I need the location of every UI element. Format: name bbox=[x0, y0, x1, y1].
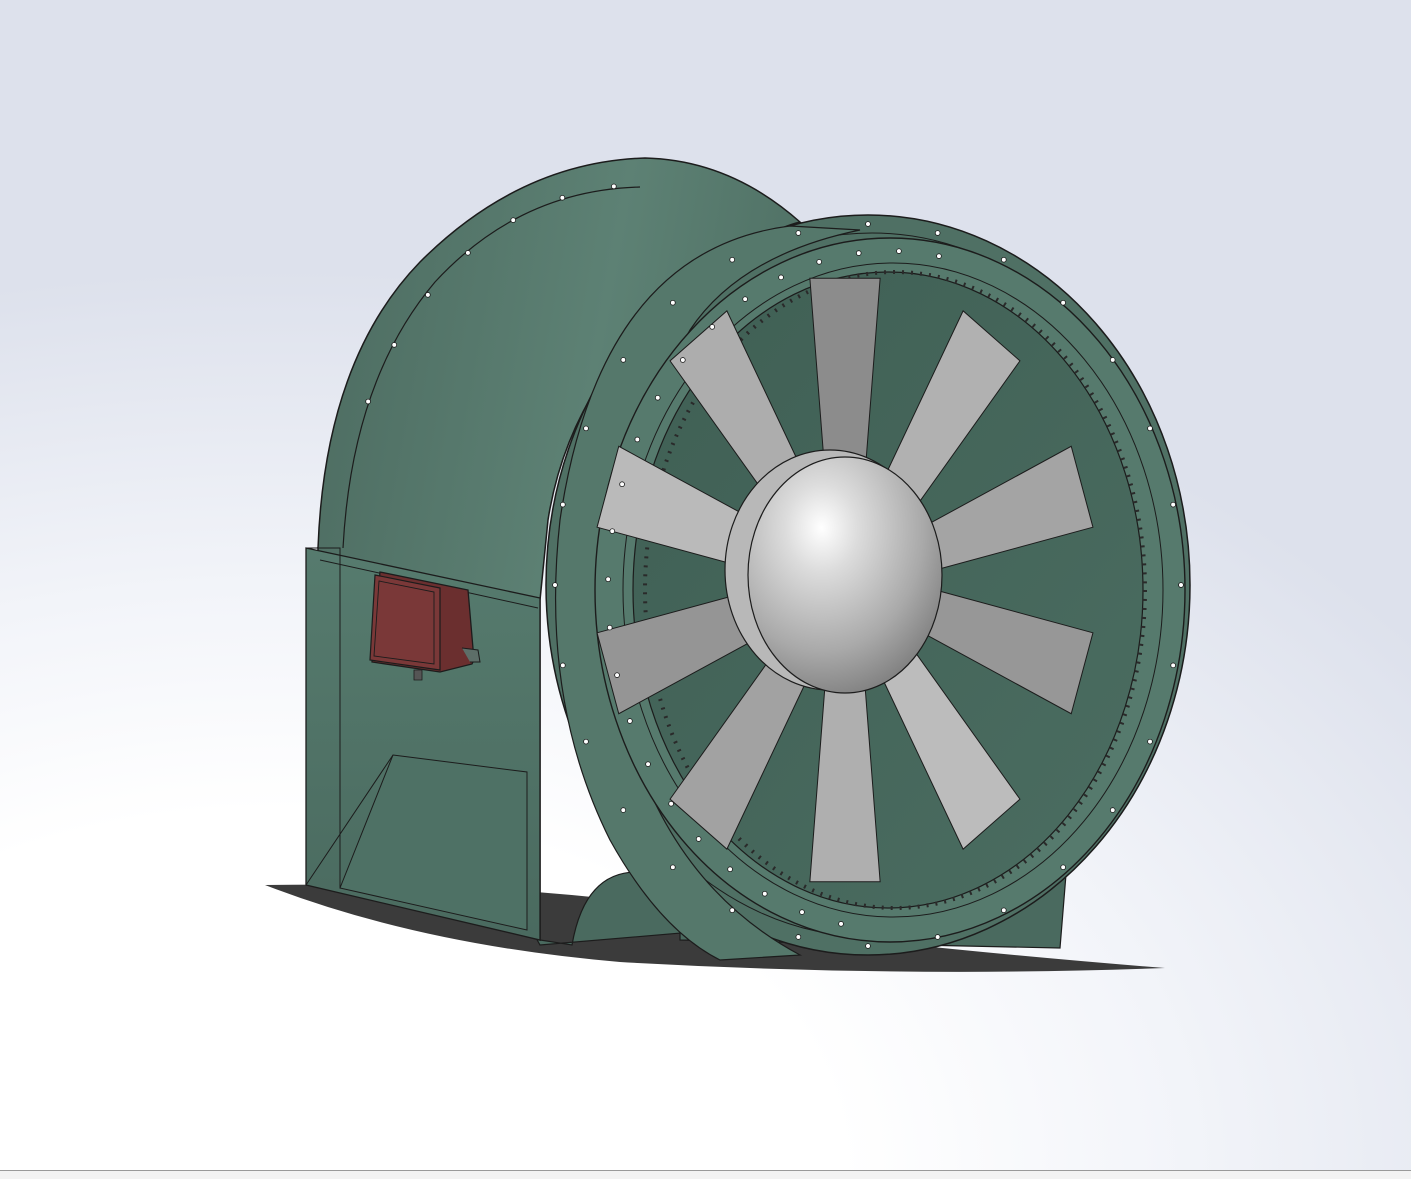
bolt-hole bbox=[1178, 582, 1184, 588]
bolt-hole bbox=[1060, 299, 1066, 306]
bolt-hole bbox=[609, 528, 616, 534]
hub-dome[interactable] bbox=[747, 456, 943, 694]
bolt-hole bbox=[583, 738, 589, 745]
bolt-hole bbox=[855, 250, 862, 256]
bolt-hole bbox=[614, 672, 620, 678]
bolt-hole bbox=[620, 807, 627, 813]
status-bar bbox=[0, 1170, 1411, 1179]
bolt-hole bbox=[627, 718, 633, 724]
bolt-hole bbox=[654, 394, 661, 401]
bolt-hole bbox=[1170, 662, 1176, 669]
bolt-hole bbox=[695, 836, 702, 842]
bolt-hole bbox=[936, 253, 942, 259]
bolt-hole bbox=[560, 662, 566, 669]
fan-3d-model[interactable] bbox=[0, 0, 1411, 1170]
bolt-hole bbox=[425, 292, 431, 298]
bolt-hole bbox=[934, 934, 941, 940]
bolt-hole bbox=[560, 501, 566, 508]
bolt-hole bbox=[583, 425, 589, 432]
bolt-hole bbox=[634, 436, 641, 443]
bolt-hole bbox=[1109, 807, 1116, 813]
bolt-hole bbox=[552, 582, 558, 588]
bolt-hole bbox=[668, 800, 674, 807]
bolt-hole bbox=[729, 256, 735, 263]
bolt-hole bbox=[1109, 357, 1116, 363]
bolt-hole bbox=[778, 274, 784, 281]
bolt-hole bbox=[605, 576, 611, 583]
bolt-hole bbox=[729, 907, 735, 914]
graphics-viewport[interactable] bbox=[0, 0, 1411, 1170]
bolt-hole bbox=[1147, 425, 1153, 432]
bolt-hole bbox=[611, 183, 617, 190]
bolt-hole bbox=[510, 217, 517, 223]
bolt-hole bbox=[670, 299, 676, 306]
bolt-hole bbox=[896, 248, 902, 254]
bolt-hole bbox=[670, 864, 676, 871]
bolt-hole bbox=[465, 250, 471, 256]
bolt-hole bbox=[838, 921, 844, 927]
bolt-hole bbox=[727, 866, 733, 873]
bolt-hole bbox=[680, 357, 686, 363]
bolt-hole bbox=[742, 296, 748, 302]
bolt-hole bbox=[816, 259, 822, 265]
bolt-hole bbox=[1060, 864, 1066, 871]
bolt-hole bbox=[645, 761, 651, 767]
bolt-hole bbox=[865, 221, 871, 227]
bolt-hole bbox=[620, 357, 627, 363]
bolt-hole bbox=[365, 398, 371, 405]
bolt-hole bbox=[795, 934, 802, 940]
bolt-hole bbox=[1001, 907, 1007, 914]
bolt-hole bbox=[1170, 501, 1176, 508]
bolt-hole bbox=[799, 909, 805, 915]
bolt-hole bbox=[934, 230, 941, 236]
bolt-hole bbox=[1147, 738, 1153, 745]
bolt-hole bbox=[619, 481, 625, 488]
bolt-hole bbox=[865, 943, 871, 949]
bolt-hole bbox=[795, 230, 802, 236]
bolt-hole bbox=[391, 342, 398, 348]
bolt-hole bbox=[606, 624, 613, 631]
bolt-hole bbox=[761, 890, 768, 897]
bolt-hole bbox=[1001, 256, 1007, 263]
bolt-hole bbox=[709, 324, 715, 330]
bolt-hole bbox=[559, 194, 566, 201]
